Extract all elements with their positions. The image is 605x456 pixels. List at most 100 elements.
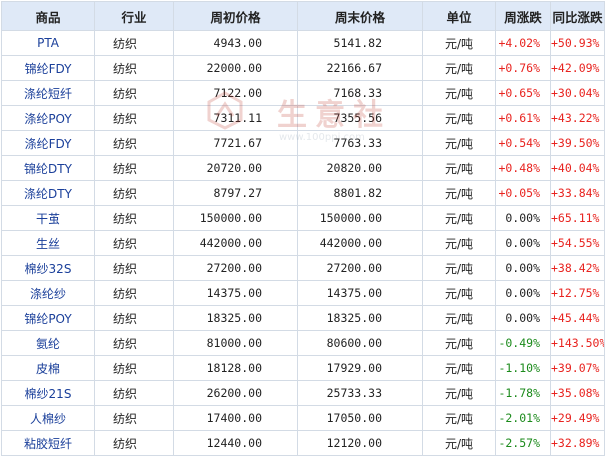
unit-cell: 元/吨 (422, 305, 496, 331)
table-row: PTA 纺织 4943.00 5141.82 元/吨 +4.02% +50.93% (1, 30, 605, 56)
week-close-price-cell: 5141.82 (297, 30, 423, 56)
week-open-price-cell: 150000.00 (173, 205, 298, 231)
week-open-price-cell: 7311.11 (173, 105, 298, 131)
header-row: 商品 行业 周初价格 周末价格 单位 周涨跌 同比涨跌 (1, 1, 605, 31)
unit-cell: 元/吨 (422, 30, 496, 56)
commodity-name-link[interactable]: 涤纶DTY (1, 180, 95, 206)
commodity-name-link[interactable]: 锦纶POY (1, 305, 95, 331)
header-week-open: 周初价格 (173, 1, 298, 31)
week-close-price-cell: 12120.00 (297, 430, 423, 456)
industry-cell: 纺织 (94, 30, 174, 56)
weekly-change-cell: +0.76% (495, 55, 551, 81)
unit-cell: 元/吨 (422, 430, 496, 456)
commodity-name-link[interactable]: 锦纶DTY (1, 155, 95, 181)
commodity-name-link[interactable]: 棉纱21S (1, 380, 95, 406)
week-open-price-cell: 4943.00 (173, 30, 298, 56)
weekly-change-cell: 0.00% (495, 280, 551, 306)
week-open-price-cell: 20720.00 (173, 155, 298, 181)
week-open-price-cell: 7721.67 (173, 130, 298, 156)
unit-cell: 元/吨 (422, 230, 496, 256)
week-close-price-cell: 18325.00 (297, 305, 423, 331)
week-open-price-cell: 81000.00 (173, 330, 298, 356)
table-row: 皮棉 纺织 18128.00 17929.00 元/吨 -1.10% +39.07% (1, 355, 605, 381)
commodity-name-link[interactable]: 锦纶FDY (1, 55, 95, 81)
commodity-name-link[interactable]: 涤纶POY (1, 105, 95, 131)
industry-cell: 纺织 (94, 105, 174, 131)
industry-cell: 纺织 (94, 255, 174, 281)
unit-cell: 元/吨 (422, 380, 496, 406)
yoy-change-cell: +39.07% (550, 355, 605, 381)
table-row: 涤纶DTY 纺织 8797.27 8801.82 元/吨 +0.05% +33.84% (1, 180, 605, 206)
commodity-name-link[interactable]: 皮棉 (1, 355, 95, 381)
yoy-change-cell: +33.84% (550, 180, 605, 206)
commodity-name-link[interactable]: 粘胶短纤 (1, 430, 95, 456)
price-table: 商品 行业 周初价格 周末价格 单位 周涨跌 同比涨跌 PTA 纺织 4943.00… (1, 1, 605, 456)
weekly-change-cell: +0.48% (495, 155, 551, 181)
table-row: 干茧 纺织 150000.00 150000.00 元/吨 0.00% +65.11% (1, 205, 605, 231)
weekly-change-cell: -2.57% (495, 430, 551, 456)
table-row: 生丝 纺织 442000.00 442000.00 元/吨 0.00% +54.55% (1, 230, 605, 256)
weekly-change-cell: 0.00% (495, 305, 551, 331)
unit-cell: 元/吨 (422, 205, 496, 231)
week-close-price-cell: 22166.67 (297, 55, 423, 81)
header-weekly-change: 周涨跌 (495, 1, 551, 31)
industry-cell: 纺织 (94, 80, 174, 106)
unit-cell: 元/吨 (422, 255, 496, 281)
table-row: 锦纶FDY 纺织 22000.00 22166.67 元/吨 +0.76% +42.09% (1, 55, 605, 81)
unit-cell: 元/吨 (422, 280, 496, 306)
week-close-price-cell: 27200.00 (297, 255, 423, 281)
table-row: 氨纶 纺织 81000.00 80600.00 元/吨 -0.49% +143.50% (1, 330, 605, 356)
unit-cell: 元/吨 (422, 130, 496, 156)
week-open-price-cell: 14375.00 (173, 280, 298, 306)
yoy-change-cell: +39.50% (550, 130, 605, 156)
weekly-change-cell: +0.05% (495, 180, 551, 206)
industry-cell: 纺织 (94, 380, 174, 406)
weekly-change-cell: -2.01% (495, 405, 551, 431)
yoy-change-cell: +42.09% (550, 55, 605, 81)
yoy-change-cell: +30.04% (550, 80, 605, 106)
commodity-name-link[interactable]: 涤纶FDY (1, 130, 95, 156)
week-close-price-cell: 442000.00 (297, 230, 423, 256)
week-close-price-cell: 17050.00 (297, 405, 423, 431)
yoy-change-cell: +45.44% (550, 305, 605, 331)
table-row: 棉纱21S 纺织 26200.00 25733.33 元/吨 -1.78% +35.08% (1, 380, 605, 406)
unit-cell: 元/吨 (422, 80, 496, 106)
weekly-change-cell: -1.10% (495, 355, 551, 381)
commodity-name-link[interactable]: 人棉纱 (1, 405, 95, 431)
table-row: 棉纱32S 纺织 27200.00 27200.00 元/吨 0.00% +38.42% (1, 255, 605, 281)
weekly-change-cell: -1.78% (495, 380, 551, 406)
commodity-name-link[interactable]: 涤纶纱 (1, 280, 95, 306)
industry-cell: 纺织 (94, 355, 174, 381)
week-open-price-cell: 26200.00 (173, 380, 298, 406)
commodity-name-link[interactable]: 涤纶短纤 (1, 80, 95, 106)
commodity-name-link[interactable]: 氨纶 (1, 330, 95, 356)
header-name: 商品 (1, 1, 95, 31)
commodity-name-link[interactable]: 干茧 (1, 205, 95, 231)
week-close-price-cell: 7355.56 (297, 105, 423, 131)
header-industry: 行业 (94, 1, 174, 31)
week-open-price-cell: 22000.00 (173, 55, 298, 81)
week-close-price-cell: 7168.33 (297, 80, 423, 106)
commodity-name-link[interactable]: PTA (1, 30, 95, 56)
yoy-change-cell: +54.55% (550, 230, 605, 256)
week-close-price-cell: 14375.00 (297, 280, 423, 306)
header-unit: 单位 (422, 1, 496, 31)
week-open-price-cell: 17400.00 (173, 405, 298, 431)
commodity-name-link[interactable]: 棉纱32S (1, 255, 95, 281)
industry-cell: 纺织 (94, 130, 174, 156)
yoy-change-cell: +143.50% (550, 330, 605, 356)
table-row: 人棉纱 纺织 17400.00 17050.00 元/吨 -2.01% +29.49% (1, 405, 605, 431)
commodity-name-link[interactable]: 生丝 (1, 230, 95, 256)
week-close-price-cell: 8801.82 (297, 180, 423, 206)
table-row: 锦纶POY 纺织 18325.00 18325.00 元/吨 0.00% +45.44% (1, 305, 605, 331)
table-row: 涤纶短纤 纺织 7122.00 7168.33 元/吨 +0.65% +30.04% (1, 80, 605, 106)
weekly-change-cell: -0.49% (495, 330, 551, 356)
industry-cell: 纺织 (94, 230, 174, 256)
week-close-price-cell: 20820.00 (297, 155, 423, 181)
yoy-change-cell: +32.89% (550, 430, 605, 456)
week-open-price-cell: 442000.00 (173, 230, 298, 256)
week-open-price-cell: 27200.00 (173, 255, 298, 281)
unit-cell: 元/吨 (422, 330, 496, 356)
week-open-price-cell: 12440.00 (173, 430, 298, 456)
week-open-price-cell: 7122.00 (173, 80, 298, 106)
